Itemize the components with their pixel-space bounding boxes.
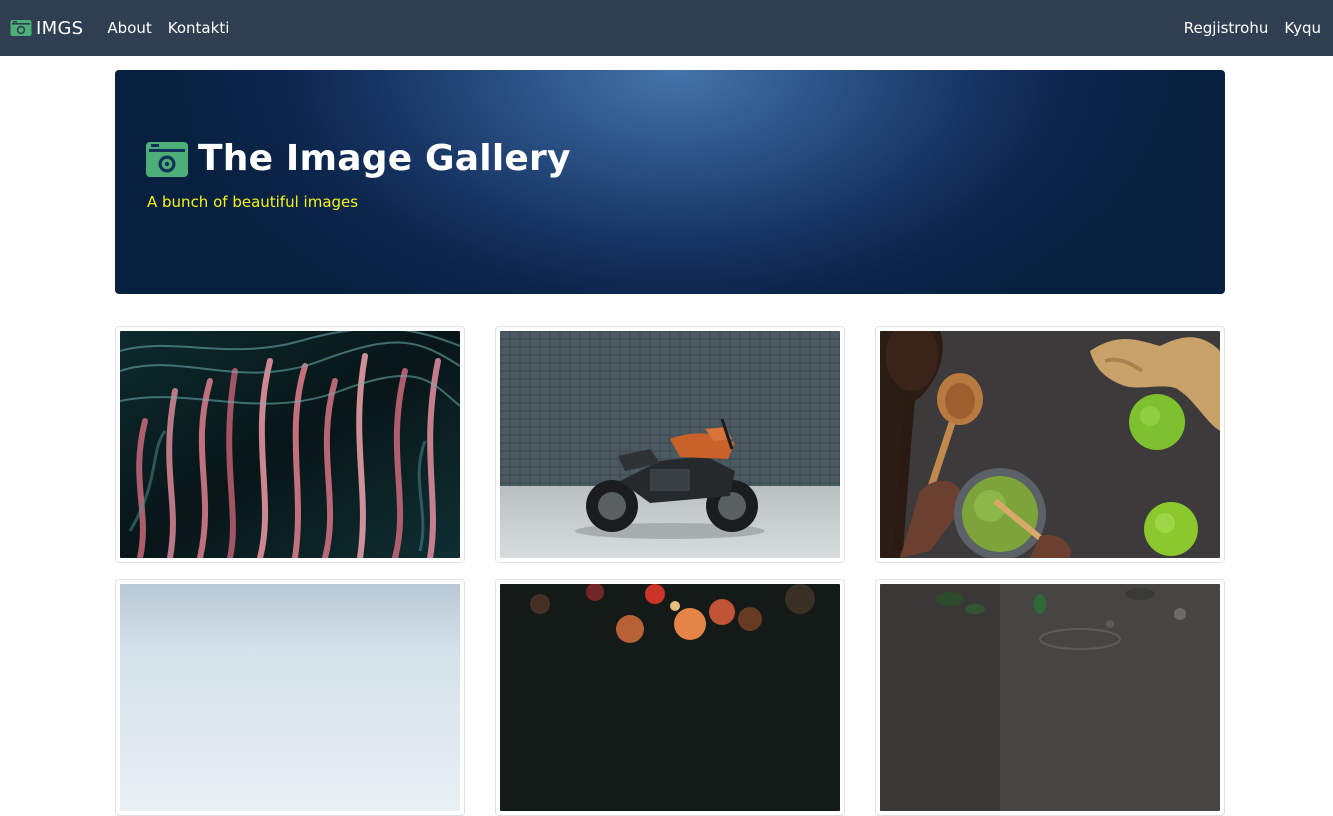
gallery-image	[880, 584, 1220, 811]
hero-subtitle: A bunch of beautiful images	[147, 193, 359, 211]
nav-link-kontakti[interactable]: Kontakti	[168, 19, 230, 37]
gallery-card-light-trails[interactable]	[115, 326, 465, 563]
gallery-image	[120, 331, 460, 558]
gallery-image	[500, 584, 840, 811]
gallery-image	[880, 331, 1220, 558]
brand-text: IMGS	[36, 17, 84, 39]
camera-icon	[146, 141, 188, 177]
gallery-card-bokeh[interactable]	[495, 579, 845, 816]
hero-title-row: The Image Gallery	[146, 138, 571, 179]
hero-jumbotron: The Image Gallery A bunch of beautiful i…	[115, 70, 1225, 294]
gallery-card-motorcycle[interactable]	[495, 326, 845, 563]
gallery-image	[120, 584, 460, 811]
brand-link[interactable]: IMGS	[10, 18, 83, 39]
nav-link-kyqu[interactable]: Kyqu	[1284, 19, 1321, 37]
nav-right-group: Regjistrohu Kyqu	[1184, 19, 1323, 37]
nav-link-about[interactable]: About	[107, 19, 151, 37]
nav-link-regjistrohu[interactable]: Regjistrohu	[1184, 19, 1269, 37]
gallery-card-sky[interactable]	[115, 579, 465, 816]
navbar: IMGS About Kontakti Regjistrohu Kyqu	[0, 0, 1333, 56]
gallery-card-matcha[interactable]	[875, 326, 1225, 563]
gallery-image	[500, 331, 840, 558]
camera-icon	[10, 19, 32, 37]
page-title: The Image Gallery	[198, 138, 571, 179]
gallery-card-stone-leaves[interactable]	[875, 579, 1225, 816]
